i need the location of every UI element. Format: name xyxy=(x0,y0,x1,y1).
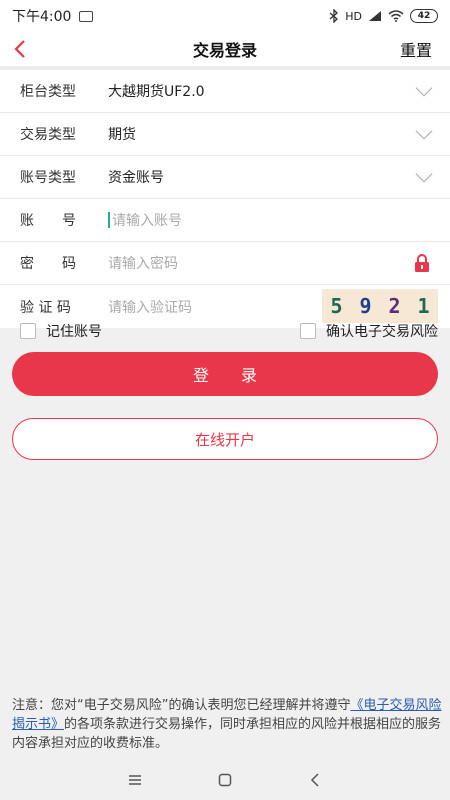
chevron-left-icon xyxy=(14,40,25,58)
checkbox-box[interactable] xyxy=(20,323,36,339)
captcha-digit: 1 xyxy=(417,294,430,318)
lock-icon[interactable] xyxy=(414,254,430,272)
trade-type-value: 期货 xyxy=(108,127,136,143)
account-label: 账 号 xyxy=(20,213,76,229)
battery-icon: 42 xyxy=(410,9,438,23)
open-account-button[interactable]: 在线开户 xyxy=(12,418,438,460)
network-label: HD xyxy=(345,9,362,23)
captcha-digit: 5 xyxy=(330,294,343,318)
captcha-digit: 9 xyxy=(359,294,372,318)
chevron-down-icon xyxy=(415,122,433,140)
confirm-risk-label: 确认电子交易风险 xyxy=(326,324,438,340)
notice-prefix: 注意：您对“电子交易风险”的确认表明您已经理解并将遵守 xyxy=(12,698,351,713)
page-title: 交易登录 xyxy=(192,41,257,60)
account-type-value: 资金账号 xyxy=(108,170,164,186)
remember-account-label: 记住账号 xyxy=(46,324,102,340)
risk-notice: 注意：您对“电子交易风险”的确认表明您已经理解并将遵守《电子交易风险揭示书》的各… xyxy=(12,696,442,753)
counter-type-value: 大越期货UF2.0 xyxy=(108,84,205,100)
counter-type-select[interactable]: 柜台类型 大越期货UF2.0 xyxy=(0,70,450,113)
remember-account-checkbox[interactable]: 记住账号 xyxy=(20,321,102,341)
home-button[interactable] xyxy=(210,765,240,795)
wifi-icon xyxy=(388,10,404,22)
login-form: 柜台类型 大越期货UF2.0 交易类型 期货 账号类型 资金账号 账 号 请输入… xyxy=(0,70,450,328)
trade-type-label: 交易类型 xyxy=(20,127,76,143)
status-icons: HD 42 xyxy=(329,9,438,23)
password-field[interactable]: 密 码 请输入密码 xyxy=(0,242,450,285)
system-back-button[interactable] xyxy=(300,765,330,795)
account-type-label: 账号类型 xyxy=(20,170,76,186)
confirm-risk-checkbox[interactable]: 确认电子交易风险 xyxy=(300,321,438,341)
status-bar: 下午4:00 HD 42 xyxy=(0,0,450,32)
captcha-input[interactable]: 请输入验证码 xyxy=(108,297,192,317)
signal-icon xyxy=(369,11,381,21)
text-cursor xyxy=(108,212,110,228)
account-field[interactable]: 账 号 请输入账号 xyxy=(0,199,450,242)
menu-button[interactable] xyxy=(120,765,150,795)
menu-icon xyxy=(129,775,141,785)
checkbox-box[interactable] xyxy=(300,323,316,339)
notice-suffix: 的各项条款进行交易操作，同时承担相应的风险并根据相应的服务内容承担对应的收费标准… xyxy=(12,717,442,751)
captcha-label: 验 证 码 xyxy=(20,299,71,316)
counter-type-label: 柜台类型 xyxy=(20,84,76,100)
captcha-digit: 2 xyxy=(388,294,401,318)
home-icon xyxy=(218,773,232,787)
account-type-select[interactable]: 账号类型 资金账号 xyxy=(0,156,450,199)
password-label: 密 码 xyxy=(20,256,76,272)
password-input[interactable]: 请输入密码 xyxy=(108,253,178,273)
back-triangle-icon xyxy=(310,773,319,787)
chevron-down-icon xyxy=(415,165,433,183)
login-button-label: 登 录 xyxy=(192,366,257,385)
status-time: 下午4:00 xyxy=(12,9,72,25)
login-button[interactable]: 登 录 xyxy=(12,352,438,396)
back-button[interactable] xyxy=(14,32,44,66)
message-icon xyxy=(79,10,94,22)
options-row: 记住账号 确认电子交易风险 xyxy=(0,316,450,346)
navigation-bar: 交易登录 重置 xyxy=(0,32,450,66)
chevron-down-icon xyxy=(415,79,433,97)
account-input[interactable]: 请输入账号 xyxy=(112,210,182,230)
system-navigation-bar xyxy=(0,760,450,800)
reset-button[interactable]: 重置 xyxy=(400,32,432,66)
trade-type-select[interactable]: 交易类型 期货 xyxy=(0,113,450,156)
bluetooth-icon xyxy=(329,9,339,23)
open-account-label: 在线开户 xyxy=(194,430,255,449)
